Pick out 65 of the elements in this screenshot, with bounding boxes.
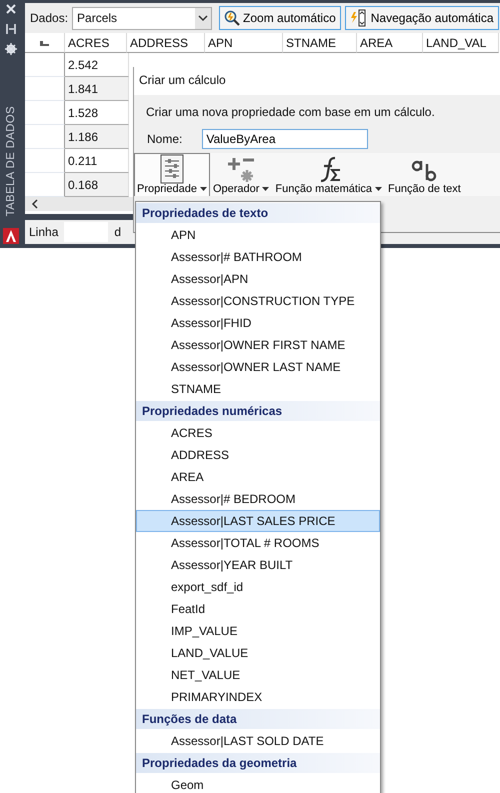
menu-item[interactable]: APN <box>136 224 380 246</box>
row-header-cell[interactable] <box>25 53 65 77</box>
name-label: Nome: <box>147 132 182 146</box>
ribbon-button[interactable]: Função de text <box>385 153 464 196</box>
settings-icon[interactable] <box>5 43 17 55</box>
row-header-cell[interactable] <box>25 149 65 173</box>
magnifier-icon <box>224 10 240 26</box>
menu-item[interactable]: ADDRESS <box>136 444 380 466</box>
menu-item[interactable]: Assessor|OWNER FIRST NAME <box>136 334 380 356</box>
menu-item[interactable]: Assessor|APN <box>136 268 380 290</box>
operators-icon <box>226 155 256 183</box>
palette-title: TABELA DE DADOS <box>5 106 17 216</box>
sliders-icon <box>160 154 184 184</box>
menu-section-header: Propriedades numéricas <box>136 401 380 421</box>
table-cell: 1.841 <box>65 77 129 101</box>
ribbon-button[interactable]: Função matemática <box>272 153 386 196</box>
menu-section-header: Funções de data <box>136 709 380 729</box>
menu-item[interactable]: Assessor|YEAR BUILT <box>136 554 380 576</box>
column-header[interactable]: STNAME <box>283 33 357 53</box>
lightning-scroll-icon <box>350 9 368 27</box>
chevron-down-icon[interactable] <box>195 8 212 28</box>
menu-item[interactable]: AREA <box>136 466 380 488</box>
close-icon[interactable] <box>5 3 17 15</box>
zoom-button[interactable]: Zoom automático <box>219 6 341 30</box>
menu-section-header: Propriedades da geometria <box>136 753 380 773</box>
ribbon-button[interactable]: Propriedade <box>134 153 210 196</box>
menu-item[interactable]: Assessor|TOTAL # ROOMS <box>136 532 380 554</box>
column-header[interactable]: AREA <box>357 33 423 53</box>
row-label: Linha <box>29 225 58 239</box>
column-header[interactable]: ACRES <box>65 33 127 53</box>
menu-item[interactable]: Assessor|FHID <box>136 312 380 334</box>
menu-item[interactable]: export_sdf_id <box>136 576 380 598</box>
menu-item[interactable]: PRIMARYINDEX <box>136 686 380 708</box>
menu-item[interactable]: NET_VALUE <box>136 664 380 686</box>
menu-item[interactable]: LAND_VALUE <box>136 642 380 664</box>
menu-item[interactable]: ACRES <box>136 422 380 444</box>
table-cell: 0.168 <box>65 173 129 197</box>
column-header[interactable]: ADDRESS <box>127 33 205 53</box>
dialog-description: Criar uma nova propriedade com base em um cálculo. <box>146 105 436 119</box>
menu-item[interactable]: STNAME <box>136 378 380 400</box>
menu-item[interactable]: Assessor|LAST SALES PRICE <box>136 510 380 532</box>
menu-item[interactable]: IMP_VALUE <box>136 620 380 642</box>
scroll-left-icon[interactable] <box>31 199 39 209</box>
menu-item[interactable]: Assessor|# BATHROOM <box>136 246 380 268</box>
data-source-dropdown[interactable]: Parcels <box>72 6 212 30</box>
menu-item[interactable]: Assessor|OWNER LAST NAME <box>136 356 380 378</box>
table-cell: 1.186 <box>65 125 129 149</box>
menu-item[interactable]: Assessor|# BEDROOM <box>136 488 380 510</box>
menu-section-header: Propriedades de texto <box>136 203 380 223</box>
dialog-title: Criar um cálculo <box>134 67 500 95</box>
name-field[interactable]: ValueByArea <box>202 129 368 149</box>
data-label: Dados: <box>30 11 68 25</box>
select-all-icon[interactable] <box>40 40 49 46</box>
app-logo-icon[interactable] <box>3 228 19 244</box>
ribbon-button[interactable]: Operador <box>210 153 272 196</box>
menu-item[interactable]: FeatId <box>136 598 380 620</box>
column-header[interactable]: APN <box>205 33 283 53</box>
status-text: d <box>114 225 122 239</box>
column-header[interactable]: LAND_VAL <box>423 33 499 53</box>
menu-item[interactable]: Assessor|LAST SOLD DATE <box>136 730 380 752</box>
auto-hide-icon[interactable] <box>5 23 17 35</box>
menu-item[interactable]: Assessor|CONSTRUCTION TYPE <box>136 290 380 312</box>
menu-item[interactable]: Geom <box>136 774 380 793</box>
navigation-button[interactable]: Navegação automática <box>344 6 498 30</box>
row-header-cell[interactable] <box>25 101 65 125</box>
